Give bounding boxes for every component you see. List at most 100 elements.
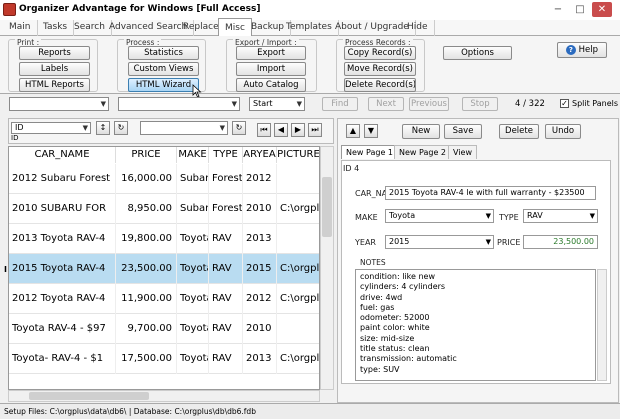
column-header-type[interactable]: TYPE — [209, 147, 243, 163]
table-row[interactable]: 2015 Toyota RAV-423,500.00ToyotaRAV2015C… — [9, 254, 319, 284]
notes-field[interactable]: condition: like new cylinders: 4 cylinde… — [355, 269, 596, 381]
car-name-field[interactable]: 2015 Toyota RAV-4 le with full warranty … — [385, 186, 596, 200]
tab-main[interactable]: Main — [3, 20, 38, 36]
picture-cell: C:\orgplu — [277, 344, 319, 374]
new-record-button[interactable]: New — [402, 124, 440, 139]
make-cell: Subaru — [177, 194, 209, 224]
sort-field-combo[interactable]: ID ▼ — [11, 122, 91, 134]
price-cell: 8,950.00 — [116, 194, 177, 224]
title-bar: Organizer Advantage for Windows [Full Ac… — [0, 0, 620, 20]
next-record-icon[interactable]: ▶ — [291, 123, 305, 137]
minimize-button[interactable]: − — [548, 2, 568, 17]
tab-new-page-1[interactable]: New Page 1 — [341, 145, 398, 159]
close-button[interactable]: ✕ — [592, 2, 612, 17]
save-record-button[interactable]: Save — [444, 124, 482, 139]
reports-button[interactable]: Reports — [19, 46, 90, 60]
delete-records-button[interactable]: Delete Record(s) — [344, 78, 416, 92]
notes-line: fuel: gas — [360, 302, 395, 312]
make-field[interactable]: Toyota ▼ — [385, 209, 494, 223]
filter-combo[interactable]: ▼ — [140, 121, 228, 135]
price-cell: 19,800.00 — [116, 224, 177, 254]
chevron-down-icon: ▼ — [485, 238, 491, 246]
chevron-down-icon: ▼ — [219, 124, 225, 132]
make-cell: Toyota — [177, 284, 209, 314]
search-mode-value: Start — [253, 99, 273, 108]
html-reports-button[interactable]: HTML Reports — [19, 78, 90, 92]
auto-catalog-button[interactable]: Auto Catalog — [236, 78, 306, 92]
table-row[interactable]: Toyota RAV-4 - $979,700.00ToyotaRAV2010 — [9, 314, 319, 344]
column-header-caryear[interactable]: ARYEA — [243, 147, 277, 163]
year-field[interactable]: 2015 ▼ — [385, 235, 494, 249]
column-header-car-name[interactable]: CAR_NAME — [9, 147, 116, 163]
vertical-scrollbar[interactable] — [320, 146, 334, 390]
help-button[interactable]: ? Help — [557, 42, 607, 58]
window-title: Organizer Advantage for Windows [Full Ac… — [19, 4, 261, 14]
notes-scrollbar[interactable] — [597, 269, 607, 381]
id-label: ID 4 — [343, 164, 360, 173]
price-field[interactable]: 23,500.00 — [523, 235, 598, 249]
maximize-button[interactable]: □ — [570, 2, 590, 17]
sort-order-icon[interactable]: ↕ — [96, 121, 110, 135]
previous-button[interactable]: Previous — [409, 97, 449, 111]
statistics-button[interactable]: Statistics — [128, 46, 199, 60]
notes-line: condition: like new — [360, 272, 436, 281]
search-field-combo[interactable]: ▼ — [9, 97, 109, 111]
picture-cell: C:\orgplu — [277, 254, 319, 284]
column-header-picture[interactable]: PICTURE — [277, 147, 319, 163]
search-mode-combo[interactable]: Start ▼ — [249, 97, 305, 111]
column-header-make[interactable]: MAKE — [177, 147, 209, 163]
year-cell: 2015 — [243, 254, 277, 284]
refresh-icon[interactable]: ↻ — [232, 121, 246, 135]
first-record-icon[interactable]: ⏮ — [257, 123, 271, 137]
html-wizard-button[interactable]: HTML Wizard — [128, 78, 199, 92]
undo-button[interactable]: Undo — [545, 124, 581, 139]
year-label: YEAR — [355, 238, 376, 247]
table-row[interactable]: 2012 Toyota RAV-411,900.00ToyotaRAV2012C… — [9, 284, 319, 314]
import-button[interactable]: Import — [236, 62, 306, 76]
split-panels-label: Split Panels — [572, 99, 619, 108]
table-row[interactable]: Toyota- RAV-4 - $117,500.00ToyotaRAV2013… — [9, 344, 319, 374]
picture-cell: C:\orgplu — [277, 284, 319, 314]
table-row[interactable]: 2010 SUBARU FOR8,950.00SubaruForeste2010… — [9, 194, 319, 224]
picture-cell — [277, 164, 319, 194]
next-button[interactable]: Next — [368, 97, 404, 111]
sort-field-value: ID — [15, 123, 24, 132]
row-pointer-icon: I — [4, 265, 7, 274]
search-value-combo[interactable]: ▼ — [118, 97, 240, 111]
type-field[interactable]: RAV ▼ — [523, 209, 598, 223]
stop-button[interactable]: Stop — [462, 97, 498, 111]
horizontal-scrollbar[interactable] — [8, 390, 320, 402]
car-name-cell: Toyota RAV-4 - $97 — [9, 314, 116, 344]
split-panels-checkbox[interactable]: ✓ — [560, 99, 569, 108]
notes-line: paint color: white — [360, 323, 430, 333]
export-button[interactable]: Export — [236, 46, 306, 60]
notes-line: cylinders: 4 cylinders — [360, 282, 446, 292]
notes-line: odometer: 52000 — [360, 313, 430, 323]
price-label: PRICE — [497, 238, 521, 247]
panel-up-icon[interactable]: ▲ — [346, 124, 360, 138]
table-row[interactable]: 2012 Subaru Forest16,000.00SubaruForeste… — [9, 164, 319, 194]
custom-views-button[interactable]: Custom Views — [128, 62, 199, 76]
options-button[interactable]: Options — [443, 46, 512, 60]
move-records-button[interactable]: Move Record(s) — [344, 62, 416, 76]
tab-new-page-2[interactable]: New Page 2 — [394, 145, 451, 159]
column-header-price[interactable]: PRICE — [116, 147, 177, 163]
copy-records-button[interactable]: Copy Record(s) — [344, 46, 416, 60]
price-cell: 16,000.00 — [116, 164, 177, 194]
record-counter: 4 / 322 — [515, 99, 545, 109]
find-button[interactable]: Find — [322, 97, 358, 111]
chevron-down-icon: ▼ — [296, 100, 302, 108]
year-value: 2015 — [389, 237, 410, 246]
tab-hide[interactable]: Hide — [401, 20, 435, 36]
table-row[interactable]: 2013 Toyota RAV-419,800.00ToyotaRAV2013 — [9, 224, 319, 254]
notes-line: type: SUV — [360, 364, 400, 374]
refresh-icon[interactable]: ↻ — [114, 121, 128, 135]
tab-view[interactable]: View — [448, 145, 477, 159]
labels-button[interactable]: Labels — [19, 62, 90, 76]
last-record-icon[interactable]: ⏭ — [308, 123, 322, 137]
panel-down-icon[interactable]: ▼ — [364, 124, 378, 138]
prev-record-icon[interactable]: ◀ — [274, 123, 288, 137]
year-cell: 2013 — [243, 224, 277, 254]
picture-cell — [277, 224, 319, 254]
delete-record-button[interactable]: Delete — [499, 124, 539, 139]
